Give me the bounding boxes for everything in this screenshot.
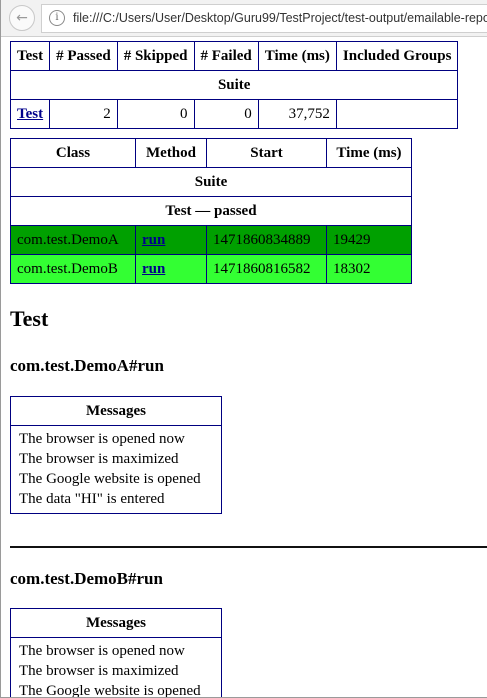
url-text: file:///C:/Users/User/Desktop/Guru99/Tes…: [73, 11, 487, 25]
start-time: 1471860816582: [206, 254, 327, 284]
url-field[interactable]: i file:///C:/Users/User/Desktop/Guru99/T…: [41, 3, 487, 33]
message-line: The browser is maximized: [19, 451, 179, 467]
result-title: com.test.DemoA#run: [10, 356, 164, 375]
message-line: The Google website is opened: [19, 471, 201, 487]
col-included-groups: Included Groups: [335, 41, 459, 71]
passed-count: 2: [49, 99, 118, 129]
duration: 18302: [326, 254, 412, 284]
report-content: Test # Passed # Skipped # Failed Time (m…: [1, 38, 487, 697]
suite-row: Suite: [9, 70, 459, 100]
message-line: The Google website is opened: [19, 683, 201, 697]
browser-window: ← i file:///C:/Users/User/Desktop/Guru99…: [0, 0, 487, 698]
test-cell: Test: [9, 99, 51, 129]
back-button[interactable]: ←: [9, 5, 35, 31]
method-link[interactable]: run: [142, 232, 165, 248]
class-name: com.test.DemoA: [10, 225, 136, 255]
class-name: com.test.DemoB: [10, 254, 136, 284]
messages-table: Messages The browser is opened now The b…: [10, 396, 222, 514]
col-class: Class: [10, 138, 136, 168]
address-bar: ← i file:///C:/Users/User/Desktop/Guru99…: [1, 0, 487, 37]
summary-header-row: Test # Passed # Skipped # Failed Time (m…: [9, 41, 459, 71]
message-line: The browser is maximized: [19, 663, 179, 679]
divider: [10, 546, 487, 548]
start-time: 1471860834889: [206, 225, 327, 255]
methods-header-row: Class Method Start Time (ms): [10, 138, 412, 168]
col-time: Time (ms): [257, 41, 337, 71]
methods-table: Class Method Start Time (ms) Suite Test …: [10, 138, 412, 284]
method-cell: run: [135, 254, 207, 284]
suite-row: Suite: [10, 167, 412, 197]
suite-label: Suite: [10, 167, 412, 197]
test-link[interactable]: Test: [17, 106, 43, 122]
duration: 19429: [326, 225, 412, 255]
groups-value: [335, 99, 459, 129]
result-title: com.test.DemoB#run: [10, 569, 163, 588]
col-start: Start: [206, 138, 327, 168]
suite-label: Suite: [9, 70, 459, 100]
message-line: The data "HI" is entered: [19, 491, 165, 507]
col-passed: # Passed: [49, 41, 118, 71]
info-icon[interactable]: i: [49, 10, 65, 26]
col-time: Time (ms): [326, 138, 412, 168]
time-value: 37,752: [257, 99, 337, 129]
col-test: Test: [9, 41, 51, 71]
section-row: Test — passed: [10, 196, 412, 226]
table-row: Test 2 0 0 37,752: [9, 99, 459, 129]
messages-table: Messages The browser is opened now The b…: [10, 608, 222, 697]
table-row: com.test.DemoB run 1471860816582 18302: [10, 254, 412, 284]
skipped-count: 0: [116, 99, 195, 129]
passed-section-label: Test — passed: [10, 196, 412, 226]
table-row: com.test.DemoA run 1471860834889 19429: [10, 225, 412, 255]
messages-cell: The browser is opened now The browser is…: [10, 637, 222, 697]
message-line: The browser is opened now: [19, 431, 185, 447]
col-failed: # Failed: [193, 41, 259, 71]
method-link[interactable]: run: [142, 261, 165, 277]
failed-count: 0: [193, 99, 259, 129]
messages-cell: The browser is opened now The browser is…: [10, 425, 222, 514]
back-arrow-icon: ←: [16, 10, 28, 26]
messages-header: Messages: [10, 396, 222, 426]
messages-header: Messages: [10, 608, 222, 638]
summary-table: Test # Passed # Skipped # Failed Time (m…: [9, 41, 459, 129]
col-skipped: # Skipped: [116, 41, 195, 71]
section-title: Test: [10, 306, 49, 331]
col-method: Method: [135, 138, 207, 168]
method-cell: run: [135, 225, 207, 255]
message-line: The browser is opened now: [19, 643, 185, 659]
